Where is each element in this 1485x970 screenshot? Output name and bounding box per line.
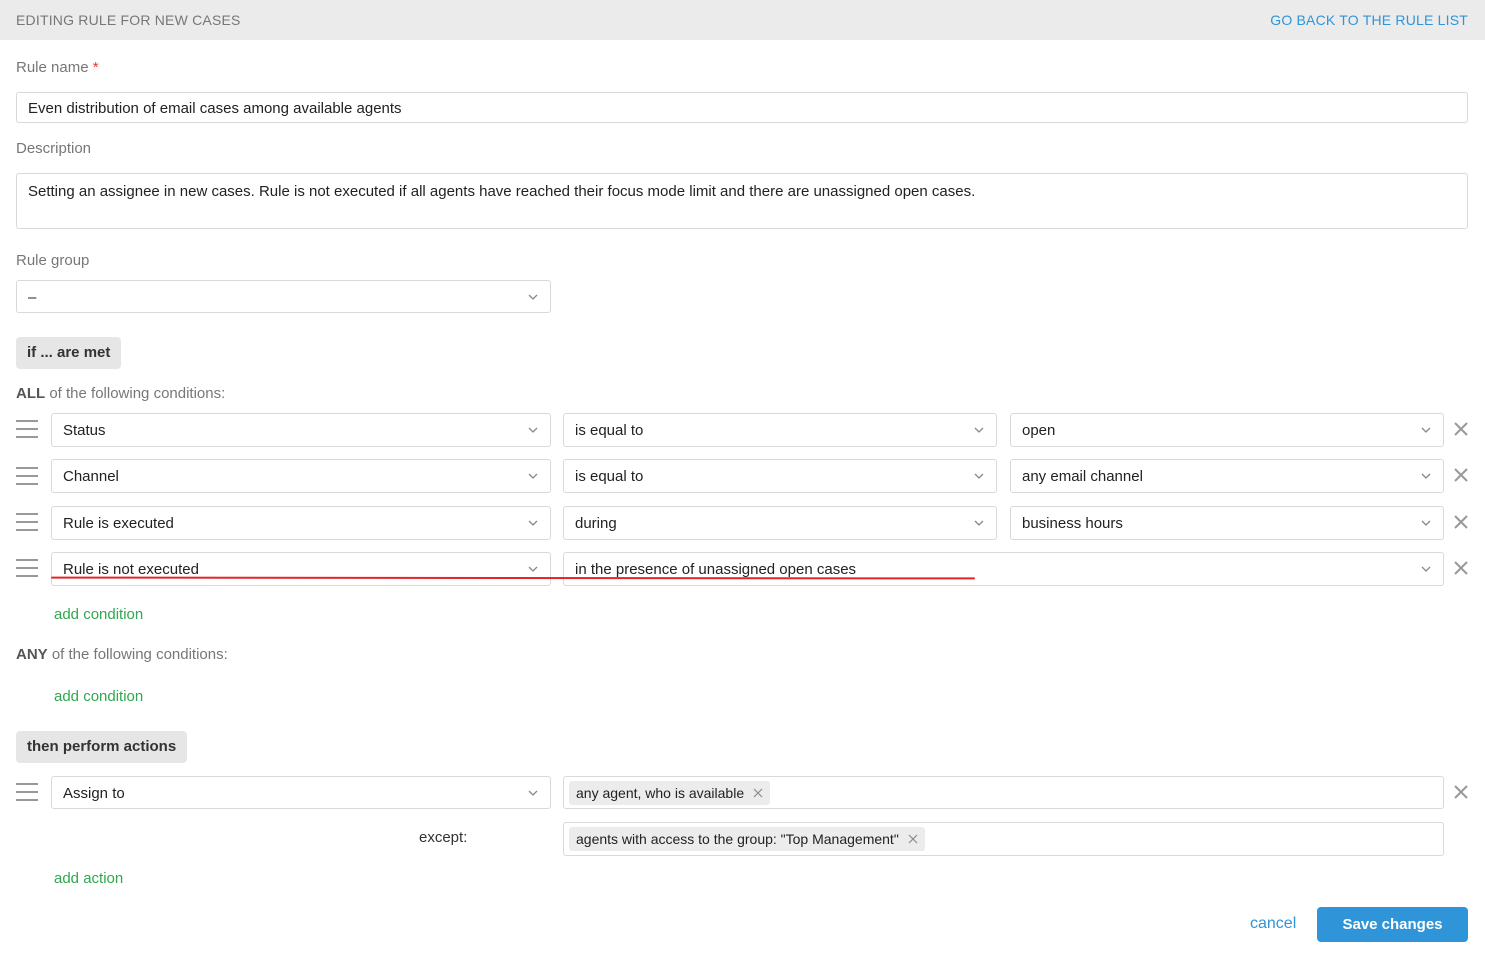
chevron-down-icon — [528, 566, 538, 572]
chevron-down-icon — [528, 427, 538, 433]
save-changes-button[interactable]: Save changes — [1317, 907, 1468, 942]
drag-handle-icon[interactable] — [16, 783, 38, 803]
add-condition-any-link[interactable]: add condition — [54, 688, 143, 705]
remove-action-icon[interactable] — [1453, 784, 1469, 800]
drag-handle-icon[interactable] — [16, 513, 38, 533]
remove-condition-icon[interactable] — [1453, 421, 1469, 437]
remove-tag-icon[interactable] — [753, 788, 763, 798]
description-textarea[interactable]: Setting an assignee in new cases. Rule i… — [16, 173, 1468, 229]
chevron-down-icon — [1421, 473, 1431, 479]
condition-operator-select[interactable]: in the presence of unassigned open cases — [563, 552, 1444, 586]
rule-name-label: Rule name * — [16, 59, 99, 76]
chevron-down-icon — [1421, 566, 1431, 572]
drag-handle-icon[interactable] — [16, 467, 38, 487]
condition-field-select[interactable]: Rule is not executed — [51, 552, 551, 586]
cancel-button[interactable]: cancel — [1250, 915, 1296, 933]
add-condition-all-link[interactable]: add condition — [54, 606, 143, 623]
add-action-link[interactable]: add action — [54, 870, 123, 887]
assignee-tag-input[interactable]: any agent, who is available — [563, 776, 1444, 809]
chevron-down-icon — [974, 473, 984, 479]
condition-field-select[interactable]: Channel — [51, 459, 551, 493]
rule-group-select[interactable]: – — [16, 280, 551, 313]
condition-value-select[interactable]: business hours — [1010, 506, 1444, 540]
actions-section-pill: then perform actions — [16, 731, 188, 763]
header-bar: EDITING RULE FOR NEW CASES GO BACK TO TH… — [0, 0, 1485, 40]
rule-group-label: Rule group — [16, 252, 90, 269]
condition-operator-select[interactable]: during — [563, 506, 997, 540]
rule-name-input[interactable]: Even distribution of email cases among a… — [16, 92, 1468, 123]
description-label: Description — [16, 140, 92, 157]
chevron-down-icon — [1421, 427, 1431, 433]
all-conditions-label: ALL of the following conditions: — [16, 385, 226, 402]
conditions-section-pill: if ... are met — [16, 337, 122, 369]
condition-value-select[interactable]: any email channel — [1010, 459, 1444, 493]
except-label: except: — [419, 829, 468, 846]
condition-operator-select[interactable]: is equal to — [563, 459, 997, 493]
except-tag: agents with access to the group: "Top Ma… — [569, 827, 925, 851]
action-type-select[interactable]: Assign to — [51, 776, 551, 809]
except-tag-input[interactable]: agents with access to the group: "Top Ma… — [563, 822, 1444, 856]
drag-handle-icon[interactable] — [16, 420, 38, 440]
back-to-rule-list-link[interactable]: GO BACK TO THE RULE LIST — [1270, 12, 1468, 28]
condition-operator-select[interactable]: is equal to — [563, 413, 997, 447]
any-conditions-label: ANY of the following conditions: — [16, 646, 228, 663]
chevron-down-icon — [528, 473, 538, 479]
remove-condition-icon[interactable] — [1453, 560, 1469, 576]
condition-field-select[interactable]: Rule is executed — [51, 506, 551, 540]
remove-tag-icon[interactable] — [908, 834, 918, 844]
chevron-down-icon — [974, 520, 984, 526]
drag-handle-icon[interactable] — [16, 559, 38, 579]
chevron-down-icon — [528, 790, 538, 796]
chevron-down-icon — [974, 427, 984, 433]
chevron-down-icon — [528, 520, 538, 526]
chevron-down-icon — [1421, 520, 1431, 526]
page-title: EDITING RULE FOR NEW CASES — [16, 12, 241, 28]
assignee-tag: any agent, who is available — [569, 781, 771, 805]
condition-field-select[interactable]: Status — [51, 413, 551, 447]
condition-value-select[interactable]: open — [1010, 413, 1444, 447]
remove-condition-icon[interactable] — [1453, 467, 1469, 483]
chevron-down-icon — [528, 294, 538, 300]
required-mark: * — [92, 59, 99, 76]
remove-condition-icon[interactable] — [1453, 514, 1469, 530]
